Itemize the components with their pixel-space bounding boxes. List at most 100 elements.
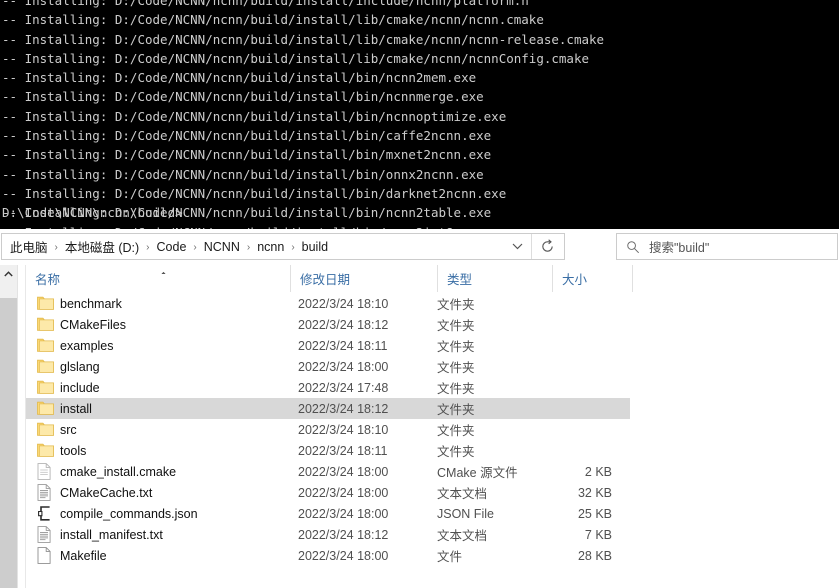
folder-icon: [37, 400, 54, 417]
address-history-button[interactable]: [504, 234, 530, 259]
cell-date: 2022/3/24 17:48: [298, 381, 388, 395]
breadcrumb-separator: ›: [291, 243, 294, 253]
cell-size: 32 KB: [526, 486, 612, 500]
table-row[interactable]: cmake_install.cmake2022/3/24 18:00CMake …: [26, 461, 630, 482]
cell-type: 文件夹: [437, 357, 475, 376]
file-json-icon: [37, 505, 54, 522]
cell-type: 文本文档: [437, 483, 487, 502]
scroll-up-button[interactable]: [0, 265, 17, 282]
file-list[interactable]: benchmark2022/3/24 18:10文件夹CMakeFiles202…: [26, 293, 839, 588]
cell-name: install: [60, 402, 92, 416]
breadcrumb: 此电脑›本地磁盘 (D:)›Code›NCNN›ncnn›build: [10, 237, 328, 256]
screen: -- Installing: D:/Code/NCNN/ncnn/build/i…: [0, 0, 839, 588]
cell-type: 文件夹: [437, 294, 475, 313]
table-row[interactable]: install2022/3/24 18:12文件夹: [26, 398, 630, 419]
terminal-window[interactable]: -- Installing: D:/Code/NCNN/ncnn/build/i…: [0, 0, 839, 229]
file-blank-icon: [37, 547, 54, 564]
file-text-icon: [37, 526, 54, 543]
cell-name: install_manifest.txt: [60, 528, 163, 542]
breadcrumb-item-3[interactable]: NCNN: [204, 240, 240, 254]
breadcrumb-item-5[interactable]: build: [302, 240, 328, 254]
nav-pane-scrollbar[interactable]: [0, 265, 18, 588]
folder-icon: [37, 295, 54, 312]
terminal-line: -- Installing: D:/Code/NCNN/ncnn/build/i…: [2, 68, 604, 87]
cell-name: include: [60, 381, 100, 395]
cell-date: 2022/3/24 18:00: [298, 507, 388, 521]
table-row[interactable]: CMakeCache.txt2022/3/24 18:00文本文档32 KB: [26, 482, 630, 503]
table-row[interactable]: glslang2022/3/24 18:00文件夹: [26, 356, 630, 377]
cell-date: 2022/3/24 18:12: [298, 318, 388, 332]
terminal-line: -- Installing: D:/Code/NCNN/ncnn/build/i…: [2, 49, 604, 68]
breadcrumb-separator: ›: [146, 243, 149, 253]
column-header-date[interactable]: 修改日期: [290, 265, 437, 292]
table-row[interactable]: tools 2022/3/24 18:11 文件夹: [26, 440, 630, 461]
table-row[interactable]: include2022/3/24 17:48文件夹: [26, 377, 630, 398]
cell-date: 2022/3/24 18:00: [298, 360, 388, 374]
cell-type: 文件夹: [437, 420, 475, 439]
terminal-line: -- Installing: D:/Code/NCNN/ncnn/build/i…: [2, 0, 604, 10]
table-row[interactable]: compile_commands.json 2022/3/24 18:00 JSON…: [26, 503, 630, 524]
address-bar[interactable]: 此电脑›本地磁盘 (D:)›Code›NCNN›ncnn›build: [1, 233, 565, 260]
cell-date: 2022/3/24 18:10: [298, 297, 388, 311]
folder-icon: [37, 379, 54, 396]
terminal-line: -- Installing: D:/Code/NCNN/ncnn/build/i…: [2, 165, 604, 184]
cell-type: 文件: [437, 546, 462, 565]
folder-icon: [37, 316, 54, 333]
table-row[interactable]: Makefile2022/3/24 18:00文件28 KB: [26, 545, 630, 566]
scrollbar-thumb[interactable]: [0, 298, 17, 588]
column-header-type[interactable]: 类型: [437, 265, 552, 292]
folder-icon: [37, 421, 54, 438]
cell-name: compile_commands.json: [60, 507, 198, 521]
cell-size: 2 KB: [526, 465, 612, 479]
terminal-line: -- Installing: D:/Code/NCNN/ncnn/build/i…: [2, 184, 604, 203]
cell-type: 文本文档: [437, 525, 487, 544]
sort-ascending-icon: [157, 266, 170, 274]
cell-name: Makefile: [60, 549, 107, 563]
breadcrumb-item-4[interactable]: ncnn: [257, 240, 284, 254]
column-header-row: 名称 修改日期 类型 大小: [26, 265, 839, 294]
table-row[interactable]: examples2022/3/24 18:11文件夹: [26, 335, 630, 356]
refresh-button[interactable]: [531, 234, 563, 259]
breadcrumb-separator: ›: [55, 243, 58, 253]
search-input[interactable]: 搜索"build": [649, 237, 709, 256]
search-icon: [626, 240, 640, 254]
cell-name: examples: [60, 339, 114, 353]
cell-name: tools: [60, 444, 86, 458]
cell-date: 2022/3/24 18:12: [298, 402, 388, 416]
breadcrumb-item-2[interactable]: Code: [157, 240, 187, 254]
folder-icon: [37, 337, 54, 354]
cell-type: JSON File: [437, 507, 494, 521]
breadcrumb-separator: ›: [247, 243, 250, 253]
column-header-spacer[interactable]: [632, 265, 672, 292]
column-header-size-label: 大小: [562, 269, 587, 288]
cell-name: CMakeFiles: [60, 318, 126, 332]
cell-date: 2022/3/24 18:11: [298, 444, 387, 458]
cell-type: 文件夹: [437, 441, 475, 460]
folder-icon: [37, 442, 54, 459]
breadcrumb-item-0[interactable]: 此电脑: [10, 237, 48, 256]
terminal-line: -- Installing: D:/Code/NCNN/ncnn/build/i…: [2, 126, 604, 145]
breadcrumb-item-1[interactable]: 本地磁盘 (D:): [65, 237, 139, 256]
chevron-down-icon: [512, 243, 523, 250]
cell-size: 7 KB: [526, 528, 612, 542]
chevron-up-icon: [4, 271, 13, 277]
cell-date: 2022/3/24 18:00: [298, 486, 388, 500]
table-row[interactable]: install_manifest.txt 2022/3/24 18:12 文本文档 7…: [26, 524, 630, 545]
terminal-line: -- Installing: D:/Code/NCNN/ncnn/build/i…: [2, 87, 604, 106]
cell-date: 2022/3/24 18:12: [298, 528, 388, 542]
cell-name: cmake_install.cmake: [60, 465, 176, 479]
cell-name: src: [60, 423, 77, 437]
file-text-icon: [37, 484, 54, 501]
cell-type: 文件夹: [437, 336, 475, 355]
table-row[interactable]: CMakeFiles2022/3/24 18:12文件夹: [26, 314, 630, 335]
terminal-prompt: D:\Code\NCNN\ncnn\build>: [2, 203, 183, 222]
column-header-size[interactable]: 大小: [552, 265, 632, 292]
table-row[interactable]: benchmark2022/3/24 18:10文件夹: [26, 293, 630, 314]
cell-size: 25 KB: [526, 507, 612, 521]
search-icon-wrap: [617, 240, 649, 254]
terminal-line: -- Installing: D:/Code/NCNN/ncnn/build/i…: [2, 145, 604, 164]
search-box[interactable]: 搜索"build": [616, 233, 838, 260]
column-header-date-label: 修改日期: [300, 269, 350, 288]
terminal-line: -- Installing: D:/Code/NCNN/ncnn/build/i…: [2, 30, 604, 49]
table-row[interactable]: src2022/3/24 18:10文件夹: [26, 419, 630, 440]
